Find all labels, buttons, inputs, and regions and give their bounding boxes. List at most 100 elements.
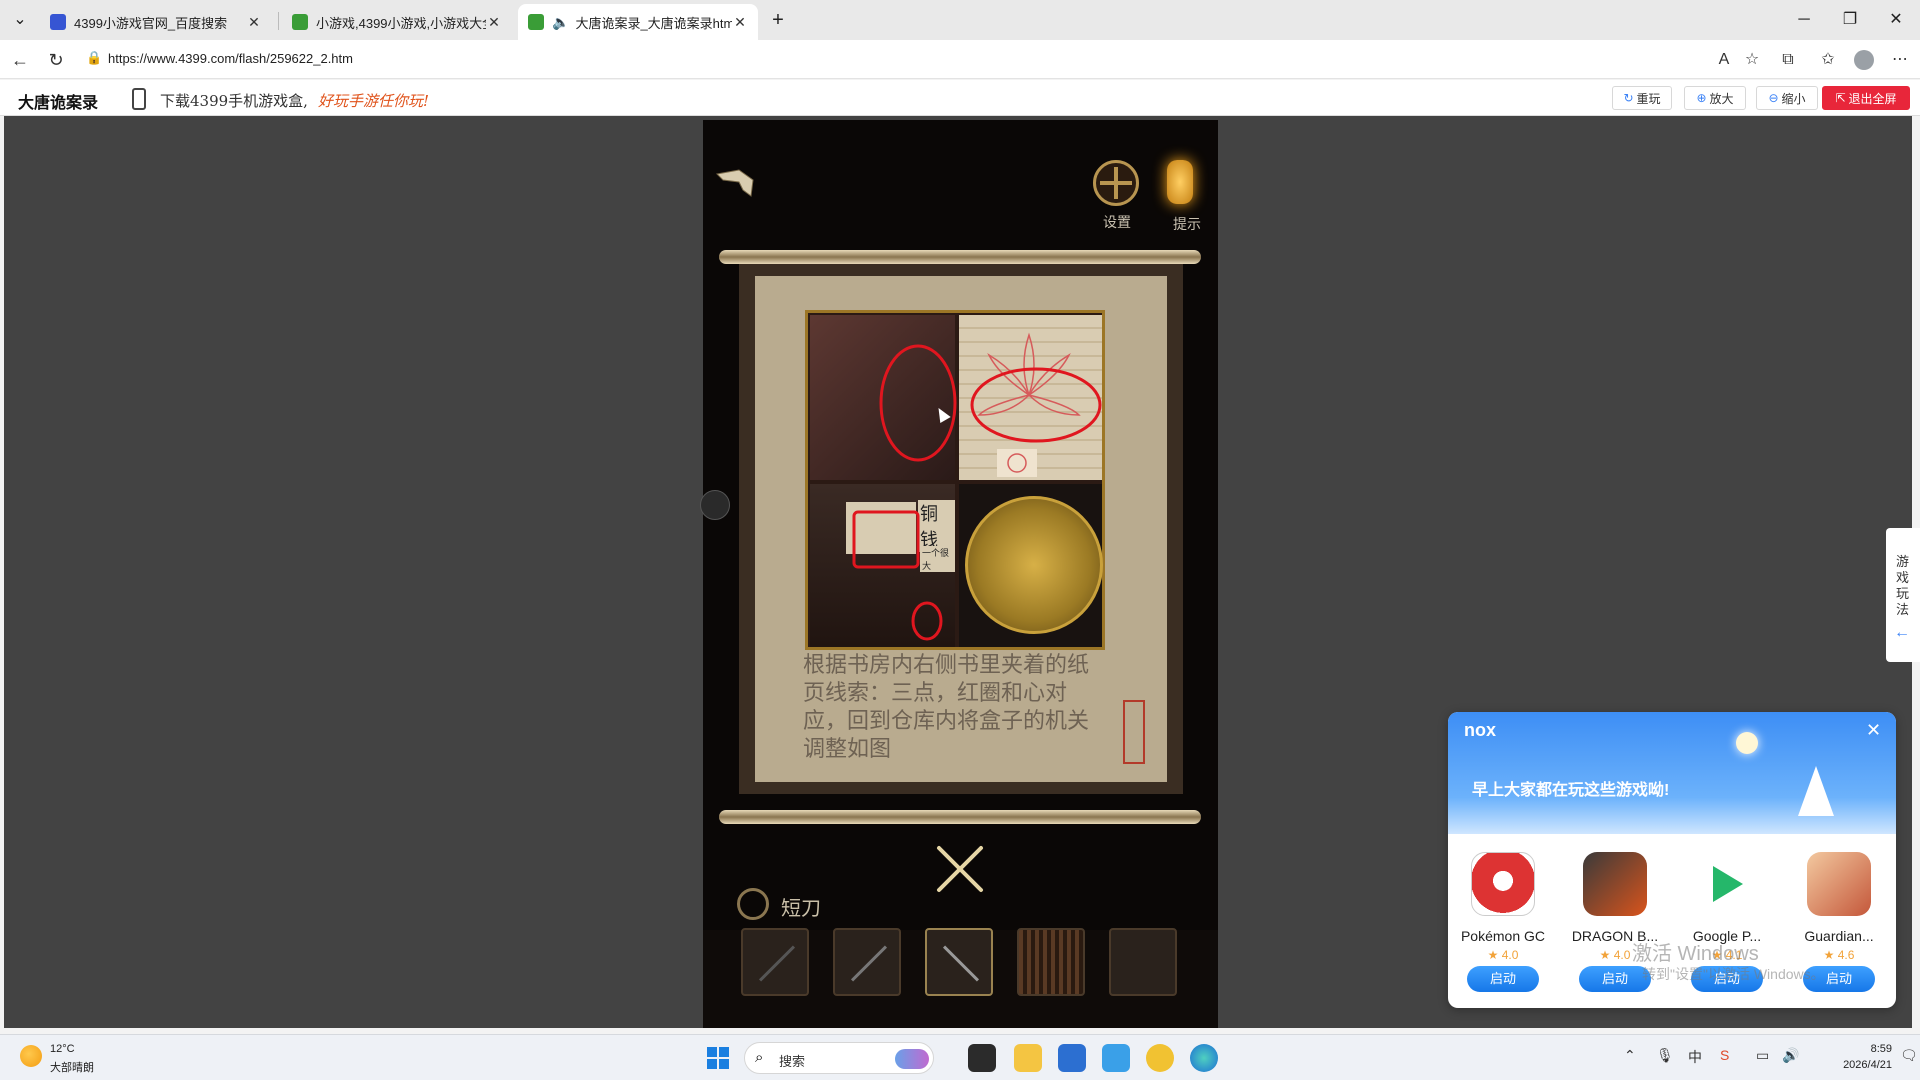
- close-tab-icon[interactable]: ✕: [246, 14, 262, 31]
- store-icon[interactable]: [1058, 1044, 1086, 1072]
- scroll-bottom-rod: [719, 810, 1201, 824]
- hint-text-line: 应，回到仓库内将盒子的机关: [803, 709, 1090, 734]
- search-highlight-icon: [895, 1049, 929, 1069]
- volume-icon[interactable]: 🔊: [1782, 1047, 1799, 1064]
- lock-icon[interactable]: 🔒: [86, 50, 102, 66]
- app-name: Guardian...: [1804, 928, 1874, 944]
- app-name: Pokémon GC: [1460, 928, 1546, 944]
- close-tab-icon[interactable]: ✕: [732, 14, 748, 31]
- favorites-icon[interactable]: ✩: [1816, 48, 1840, 72]
- restore-icon[interactable]: ❐: [1838, 8, 1862, 32]
- replay-button[interactable]: ↻ 重玩: [1612, 86, 1672, 110]
- how-to-play-label: 游戏玩法: [1896, 554, 1910, 617]
- site-toolbar: 大唐诡案录 下载4399手机游戏盒, 好玩手游任你玩! ↻ 重玩 ⊕ 放大 ⊖ …: [0, 80, 1920, 116]
- game-title: 大唐诡案录: [18, 95, 99, 112]
- dragon-ball-app-icon[interactable]: [1583, 852, 1647, 916]
- search-label: 搜索: [779, 1054, 806, 1069]
- url-text: https://www.4399.com/flash/259622_2.htm: [108, 51, 353, 66]
- extensions-icon[interactable]: ⧉: [1776, 48, 1800, 72]
- launch-button[interactable]: 启动: [1467, 966, 1539, 992]
- reload-icon[interactable]: ↻: [44, 48, 68, 72]
- close-hint-icon[interactable]: [933, 842, 987, 896]
- microphone-icon[interactable]: 🎙: [1656, 1047, 1674, 1064]
- inventory-slot-selected[interactable]: [925, 928, 993, 996]
- task-view-icon[interactable]: [968, 1044, 996, 1072]
- tab-title: 小游戏,4399小游戏,小游戏大全,双: [316, 15, 486, 31]
- app-rating: ★ 4.6: [1823, 948, 1855, 962]
- weather-temperature[interactable]: 12°C: [50, 1043, 75, 1055]
- how-to-play-tab[interactable]: 游戏玩法 ←: [1886, 528, 1920, 662]
- profile-avatar-icon[interactable]: [1852, 48, 1876, 72]
- app-tray-icon[interactable]: S: [1720, 1047, 1729, 1063]
- launch-button[interactable]: 启动: [1579, 966, 1651, 992]
- floating-assist-icon[interactable]: [700, 490, 730, 520]
- tab-title: 4399小游戏官网_百度搜索: [74, 15, 228, 31]
- download-promo-text[interactable]: 下载4399手机游戏盒,: [160, 90, 308, 111]
- new-tab-button[interactable]: +: [766, 8, 790, 32]
- download-promo-emphasis[interactable]: 好玩手游任你玩!: [318, 90, 429, 111]
- inventory-slot[interactable]: [1109, 928, 1177, 996]
- sailboat-icon: [1798, 766, 1834, 816]
- selected-item-name: 短刀: [781, 898, 821, 920]
- activation-watermark-note: 转到"设置"以激活 Windows。: [1642, 966, 1825, 982]
- weather-sun-icon[interactable]: [20, 1045, 42, 1067]
- address-bar-row: ← ↻ 🔒 https://www.4399.com/flash/259622_…: [0, 40, 1920, 79]
- zoom-in-button[interactable]: ⊕ 放大: [1684, 86, 1746, 110]
- app-pinned-icon[interactable]: [1146, 1044, 1174, 1072]
- tray-chevron-icon[interactable]: ⌃: [1624, 1047, 1636, 1064]
- settings-gear-icon[interactable]: [1093, 160, 1139, 206]
- game-canvas[interactable]: 设置 提示 铜钱 一个很大 根据书房内右侧书里夹着的纸 页线索：三点，红圈和心对…: [703, 120, 1218, 1028]
- search-icon: ⌕: [755, 1049, 764, 1066]
- weather-description[interactable]: 大部晴朗: [50, 1059, 94, 1075]
- inventory-slot[interactable]: [1017, 928, 1085, 996]
- tab-4399-home[interactable]: 小游戏,4399小游戏,小游戏大全,双 ✕: [282, 4, 512, 40]
- tab-datang-game[interactable]: 🔈 大唐诡案录_大唐诡案录html5 ✕: [518, 4, 758, 40]
- tab-baidu-search[interactable]: 4399小游戏官网_百度搜索 ✕: [40, 4, 272, 40]
- close-popup-icon[interactable]: ✕: [1866, 720, 1881, 741]
- exit-fullscreen-button[interactable]: ⇱ 退出全屏: [1822, 86, 1910, 110]
- hint-label[interactable]: 提示: [1173, 214, 1201, 234]
- 4399-icon: [528, 14, 544, 30]
- settings-label[interactable]: 设置: [1103, 212, 1131, 232]
- back-arrow-icon[interactable]: ←: [8, 48, 32, 72]
- google-play-app-icon[interactable]: [1695, 852, 1759, 916]
- minimize-icon[interactable]: ─: [1792, 8, 1816, 32]
- clock-date[interactable]: 2026/4/21: [1818, 1059, 1892, 1071]
- zoom-out-button[interactable]: ⊖ 缩小: [1756, 86, 1818, 110]
- ime-icon[interactable]: 中: [1688, 1047, 1702, 1067]
- favorite-star-icon[interactable]: ☆: [1740, 48, 1764, 72]
- browser-tab-strip: ⌄ 4399小游戏官网_百度搜索 ✕ 小游戏,4399小游戏,小游戏大全,双 ✕…: [0, 0, 1920, 40]
- notification-icon[interactable]: 🗨: [1900, 1047, 1918, 1064]
- close-window-icon[interactable]: ✕: [1884, 8, 1908, 32]
- tab-list-chevron-icon[interactable]: ⌄: [8, 8, 32, 32]
- taskbar-search[interactable]: ⌕ 搜索: [744, 1042, 934, 1074]
- file-explorer-icon[interactable]: [1014, 1044, 1042, 1072]
- inventory-slot[interactable]: [833, 928, 901, 996]
- network-icon[interactable]: ▭: [1756, 1047, 1769, 1064]
- replay-label: 重玩: [1636, 91, 1661, 106]
- hint-lantern-icon[interactable]: [1167, 160, 1193, 204]
- close-tab-icon[interactable]: ✕: [486, 14, 502, 31]
- url-field[interactable]: 🔒 https://www.4399.com/flash/259622_2.ht…: [80, 44, 1760, 74]
- item-spiral-icon: [737, 888, 769, 920]
- pokemon-app-icon[interactable]: [1471, 852, 1535, 916]
- speaker-icon[interactable]: 🔈: [552, 14, 569, 31]
- edge-browser-icon[interactable]: [1190, 1044, 1218, 1072]
- more-menu-icon[interactable]: ⋯: [1888, 48, 1912, 72]
- windows-start-icon[interactable]: [704, 1044, 732, 1072]
- scroll-top-rod: [719, 250, 1201, 264]
- photos-icon[interactable]: [1102, 1044, 1130, 1072]
- guardian-app-icon[interactable]: [1807, 852, 1871, 916]
- read-aloud-icon[interactable]: A: [1712, 48, 1736, 72]
- zoom-in-label: 放大: [1709, 91, 1734, 106]
- back-icon[interactable]: [713, 164, 759, 200]
- inventory-slot[interactable]: [741, 928, 809, 996]
- app-rating: ★ 4.0: [1487, 948, 1519, 962]
- clock-time[interactable]: 8:59: [1852, 1043, 1892, 1055]
- activation-watermark-title: 激活 Windows: [1632, 943, 1759, 965]
- exit-fullscreen-label: 退出全屏: [1848, 91, 1897, 106]
- hint-text-line: 页线索：三点，红圈和心对: [803, 681, 1068, 706]
- red-seal-icon: [1123, 700, 1145, 764]
- tab-title: 大唐诡案录_大唐诡案录html5: [575, 15, 732, 31]
- exit-fullscreen-icon: ⇱: [1835, 91, 1846, 105]
